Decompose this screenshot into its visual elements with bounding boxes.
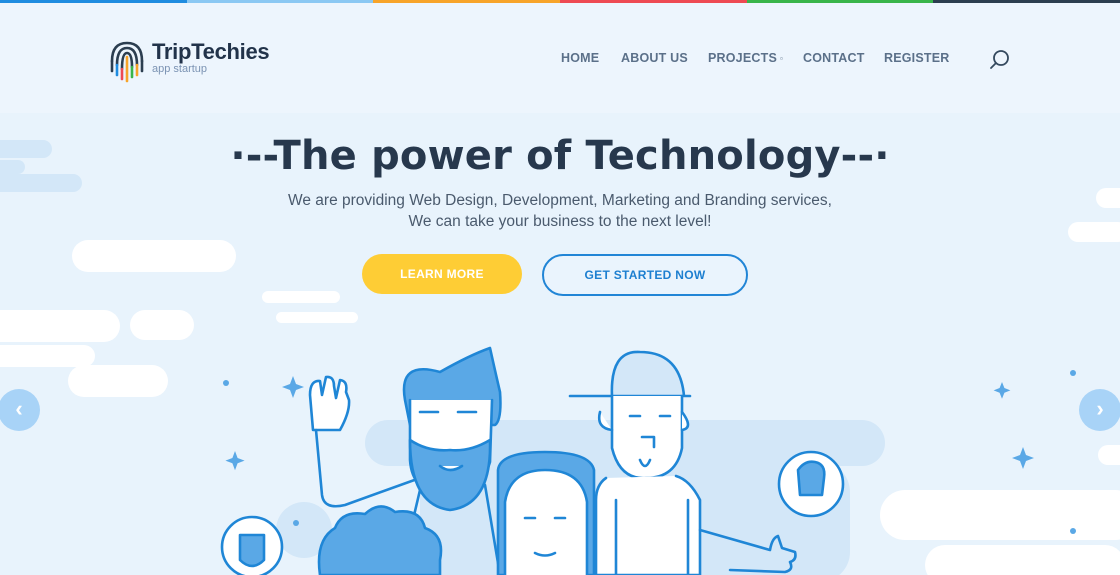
nav-about-us[interactable]: ABOUT US xyxy=(621,51,688,65)
hero-description-line-2: We can take your business to the next le… xyxy=(408,213,712,230)
nav-contact-label: CONTACT xyxy=(803,51,865,65)
headline-decoration-right: --· xyxy=(840,133,890,179)
hero-headline: ·--The power of Technology--· xyxy=(0,133,1120,179)
chevron-right-icon: › xyxy=(1096,396,1104,421)
slider-next-button[interactable]: › xyxy=(1079,389,1120,431)
nav-home-label: HOME xyxy=(561,51,600,65)
get-started-button[interactable]: GET STARTED NOW xyxy=(542,254,748,296)
search-button[interactable] xyxy=(988,48,1012,72)
brand-tagline: app startup xyxy=(152,63,208,75)
nav-about-label: ABOUT US xyxy=(621,51,688,65)
hero-illustration xyxy=(0,140,1120,575)
nav-projects-label: PROJECTS xyxy=(708,51,777,65)
hero-section: ·--The power of Technology--· We are pro… xyxy=(0,113,1120,575)
nav-projects[interactable]: PROJECTS ▫ xyxy=(708,51,783,65)
headline-decoration-left: ·-- xyxy=(230,133,274,179)
slider-prev-button[interactable]: ‹ xyxy=(0,389,40,431)
brand-logo[interactable]: TripTechies app startup xyxy=(108,37,288,83)
chevron-down-icon: ▫ xyxy=(779,54,784,64)
nav-contact[interactable]: CONTACT xyxy=(803,51,865,65)
headline-text: The power of Technology xyxy=(273,133,841,179)
search-icon xyxy=(990,50,1009,69)
brand-name: TripTechies xyxy=(152,39,270,64)
nav-register-label: REGISTER xyxy=(884,51,950,65)
nav-register[interactable]: REGISTER xyxy=(884,51,950,65)
site-header: TripTechies app startup HOME ABOUT US PR… xyxy=(0,3,1120,113)
fingerprint-logo-icon xyxy=(110,41,144,83)
chevron-left-icon: ‹ xyxy=(15,396,23,421)
hero-description-line-1: We are providing Web Design, Development… xyxy=(288,192,832,209)
learn-more-button[interactable]: LEARN MORE xyxy=(362,254,522,294)
nav-home[interactable]: HOME xyxy=(561,51,599,65)
